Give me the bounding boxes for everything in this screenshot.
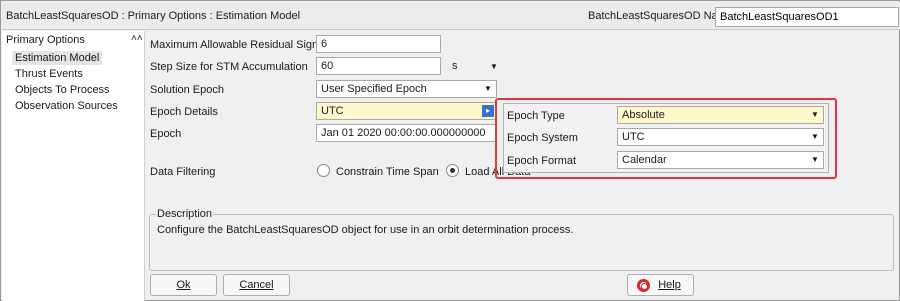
step-size-unit-select[interactable]: s ▼ [452, 59, 502, 75]
epoch-details-value: UTC [321, 105, 344, 117]
epoch-details-label: Epoch Details [150, 106, 218, 118]
sidebar: Primary Options ˄˄ Estimation Model Thru… [2, 31, 145, 301]
sidebar-item-objects-to-process[interactable]: Objects To Process [12, 83, 113, 97]
sidebar-item-observation-sources[interactable]: Observation Sources [12, 99, 121, 113]
dialog-window: BatchLeastSquaresOD : Primary Options : … [0, 0, 900, 301]
object-name-input[interactable] [715, 7, 899, 27]
sidebar-item-thrust-events[interactable]: Thrust Events [12, 67, 86, 81]
max-residual-sigma-label: Maximum Allowable Residual Sigma [150, 39, 328, 51]
max-residual-sigma-input[interactable]: 6 [316, 35, 441, 53]
help-button-label: Help [658, 279, 681, 291]
chevron-down-icon: ▼ [490, 62, 498, 71]
step-size-unit: s [452, 60, 458, 72]
load-all-data-radio[interactable] [446, 164, 459, 177]
cancel-button-label: Cancel [239, 279, 274, 291]
solution-epoch-value: User Specified Epoch [321, 83, 427, 95]
description-text: Configure the BatchLeastSquaresOD object… [157, 224, 574, 236]
popup-highlight-frame [495, 98, 837, 179]
chevron-right-icon[interactable]: ▸ [482, 105, 494, 117]
window-title: BatchLeastSquaresOD : Primary Options : … [6, 10, 301, 22]
double-chevron-up-icon[interactable]: ˄˄ [131, 33, 143, 44]
step-size-label: Step Size for STM Accumulation [150, 61, 308, 73]
title-bar: BatchLeastSquaresOD : Primary Options : … [2, 2, 900, 30]
lifebuoy-icon [637, 279, 650, 292]
epoch-input[interactable]: Jan 01 2020 00:00:00.000000000 [316, 124, 496, 142]
epoch-label: Epoch [150, 128, 182, 140]
ok-button[interactable]: Ok [150, 274, 217, 296]
data-filtering-label: Data Filtering [150, 166, 216, 178]
solution-epoch-dropdown[interactable]: User Specified Epoch ▼ [316, 80, 497, 98]
object-name-label: BatchLeastSquaresOD Name [588, 10, 733, 22]
ok-button-label: Ok [176, 279, 191, 291]
cancel-button[interactable]: Cancel [223, 274, 290, 296]
sidebar-header: Primary Options [6, 34, 85, 46]
constrain-time-span-radio[interactable] [317, 164, 330, 177]
solution-epoch-label: Solution Epoch [150, 84, 224, 96]
step-size-input[interactable]: 60 [316, 57, 441, 75]
epoch-details-field[interactable]: UTC ▸ [316, 102, 497, 120]
sidebar-item-estimation-model[interactable]: Estimation Model [12, 51, 103, 65]
description-legend: Description [156, 208, 214, 220]
chevron-down-icon: ▼ [484, 84, 492, 93]
constrain-time-span-label: Constrain Time Span [336, 166, 439, 178]
help-button[interactable]: Help [627, 274, 694, 296]
description-group: Description Configure the BatchLeastSqua… [149, 208, 894, 271]
